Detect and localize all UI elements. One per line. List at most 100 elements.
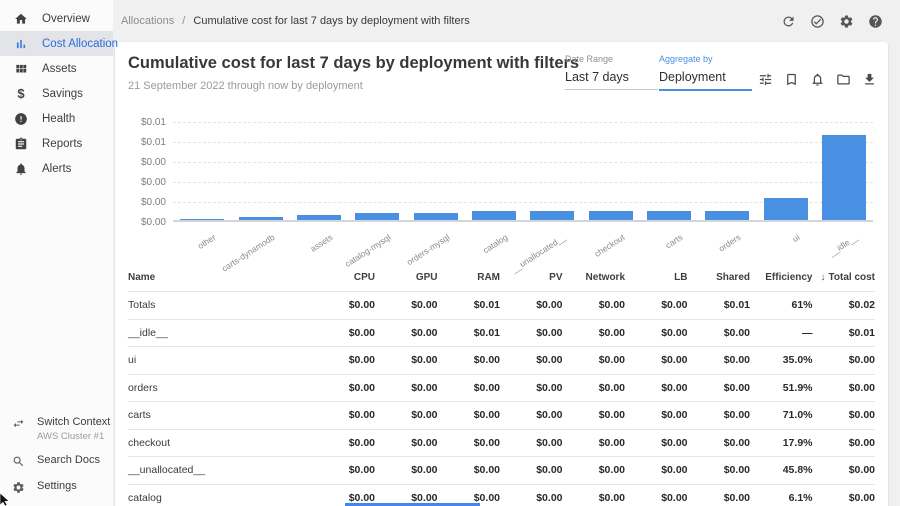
breadcrumb-parent-link[interactable]: Allocations	[121, 15, 174, 27]
health-error-icon	[14, 112, 28, 126]
footer-item-text: Settings	[37, 480, 77, 493]
check-circle-icon	[810, 14, 825, 29]
filters-tune-button[interactable]	[756, 70, 774, 88]
column-header-gpu[interactable]: GPU	[375, 272, 438, 283]
column-header-shared[interactable]: Shared	[688, 272, 751, 283]
cell-gpu: $0.00	[375, 492, 438, 504]
cell-gpu: $0.00	[375, 464, 438, 476]
breadcrumb: Allocations / Cumulative cost for last 7…	[121, 15, 470, 27]
bar-__idle__[interactable]	[822, 135, 866, 220]
sidebar-item-cost-allocation[interactable]: Cost Allocation	[0, 31, 113, 56]
context-cluster-name: AWS Cluster #1	[37, 431, 110, 442]
sidebar-item-label: Reports	[42, 138, 82, 150]
sidebar-item-health[interactable]: Health	[0, 106, 113, 131]
column-header-total-cost[interactable]: ↓Total cost	[813, 272, 876, 283]
bar-catalog[interactable]	[472, 211, 516, 220]
sidebar-item-alerts[interactable]: Alerts	[0, 156, 113, 181]
cell-gpu: $0.00	[375, 409, 438, 421]
cell-total-cost: $0.00	[813, 382, 876, 394]
table-row-catalog[interactable]: catalog$0.00$0.00$0.00$0.00$0.00$0.00$0.…	[128, 485, 875, 506]
bell-outline-button[interactable]	[808, 70, 826, 88]
table-row-__unallocated__[interactable]: __unallocated__$0.00$0.00$0.00$0.00$0.00…	[128, 457, 875, 485]
bar-other[interactable]	[180, 219, 224, 220]
sidebar-item-label: Cost Allocation	[42, 38, 118, 50]
cell-gpu: $0.00	[375, 437, 438, 449]
bar-catalog-mysql[interactable]	[355, 213, 399, 220]
bar-__unallocated__[interactable]	[530, 211, 574, 220]
table-row-carts[interactable]: carts$0.00$0.00$0.00$0.00$0.00$0.00$0.00…	[128, 402, 875, 430]
cell-cpu: $0.00	[313, 354, 376, 366]
cell-lb: $0.00	[625, 354, 688, 366]
cell-name: Totals	[128, 299, 313, 311]
bookmark-button[interactable]	[782, 70, 800, 88]
cell-efficiency: 51.9%	[750, 382, 813, 394]
folder-button[interactable]	[834, 70, 852, 88]
date-range-label: Date Range	[565, 54, 658, 64]
cell-total-cost: $0.00	[813, 437, 876, 449]
table-row-ui[interactable]: ui$0.00$0.00$0.00$0.00$0.00$0.00$0.0035.…	[128, 347, 875, 375]
sidebar-item-overview[interactable]: Overview	[0, 6, 113, 31]
sidebar-footer-settings[interactable]: Settings	[0, 474, 113, 500]
cell-network: $0.00	[563, 437, 626, 449]
cell-cpu: $0.00	[313, 409, 376, 421]
aggregate-by-label: Aggregate by	[659, 54, 752, 64]
download-icon	[862, 72, 877, 87]
refresh-button[interactable]	[779, 12, 797, 30]
column-header-lb[interactable]: LB	[625, 272, 688, 283]
column-header-efficiency[interactable]: Efficiency	[750, 272, 813, 283]
sidebar-nav: OverviewCost AllocationAssets$SavingsHea…	[0, 0, 113, 181]
bar-orders[interactable]	[705, 211, 749, 220]
sidebar-footer-search-docs[interactable]: Search Docs	[0, 448, 113, 474]
cell-name: ui	[128, 354, 313, 366]
alerts-bell-icon	[14, 162, 28, 176]
refresh-icon	[781, 14, 796, 29]
cell-network: $0.00	[563, 354, 626, 366]
bar-ui[interactable]	[764, 198, 808, 220]
topbar-actions	[779, 12, 884, 30]
chart-plot-area	[173, 122, 873, 222]
cell-ram: $0.00	[438, 409, 501, 421]
column-header-ram[interactable]: RAM	[438, 272, 501, 283]
breadcrumb-separator: /	[182, 15, 185, 27]
sidebar-item-savings[interactable]: $Savings	[0, 81, 113, 106]
cell-efficiency: 6.1%	[750, 492, 813, 504]
column-header-name[interactable]: Name	[128, 272, 313, 283]
cell-cpu: $0.00	[313, 464, 376, 476]
column-header-network[interactable]: Network	[563, 272, 626, 283]
cell-network: $0.00	[563, 464, 626, 476]
help-button[interactable]	[866, 12, 884, 30]
table-row-orders[interactable]: orders$0.00$0.00$0.00$0.00$0.00$0.00$0.0…	[128, 375, 875, 403]
cell-total-cost: $0.00	[813, 409, 876, 421]
home-icon	[14, 12, 28, 26]
sidebar-item-assets[interactable]: Assets	[0, 56, 113, 81]
sidebar-footer-switch-context[interactable]: Switch ContextAWS Cluster #1	[0, 410, 113, 448]
cell-total-cost: $0.01	[813, 327, 876, 339]
bar-assets[interactable]	[297, 215, 341, 220]
sidebar-item-label: Alerts	[42, 163, 71, 175]
cell-pv: $0.00	[500, 299, 563, 311]
table-row-__idle__[interactable]: __idle__$0.00$0.00$0.01$0.00$0.00$0.00$0…	[128, 320, 875, 348]
footer-item-text: Switch ContextAWS Cluster #1	[37, 416, 110, 442]
download-button[interactable]	[860, 70, 878, 88]
topbar: Allocations / Cumulative cost for last 7…	[113, 0, 900, 42]
table-row-totals[interactable]: Totals$0.00$0.00$0.01$0.00$0.00$0.00$0.0…	[128, 292, 875, 320]
gear-icon	[839, 14, 854, 29]
bar-checkout[interactable]	[589, 211, 633, 220]
bar-orders-mysql[interactable]	[414, 213, 458, 220]
cell-lb: $0.00	[625, 299, 688, 311]
bar-carts-dynamodb[interactable]	[239, 217, 283, 220]
table-row-checkout[interactable]: checkout$0.00$0.00$0.00$0.00$0.00$0.00$0…	[128, 430, 875, 458]
bar-carts[interactable]	[647, 211, 691, 220]
date-range-select[interactable]: Last 7 days	[565, 70, 658, 90]
cell-shared: $0.01	[688, 299, 751, 311]
column-header-cpu[interactable]: CPU	[313, 272, 376, 283]
cell-lb: $0.00	[625, 492, 688, 504]
aggregate-by-select[interactable]: Deployment	[659, 70, 752, 91]
cell-ram: $0.00	[438, 382, 501, 394]
sidebar-item-reports[interactable]: Reports	[0, 131, 113, 156]
assets-grid-icon	[14, 62, 28, 76]
check-circle-button[interactable]	[808, 12, 826, 30]
column-header-pv[interactable]: PV	[500, 272, 563, 283]
gear-button[interactable]	[837, 12, 855, 30]
table-header-row: NameCPUGPURAMPVNetworkLBSharedEfficiency…	[128, 264, 875, 292]
